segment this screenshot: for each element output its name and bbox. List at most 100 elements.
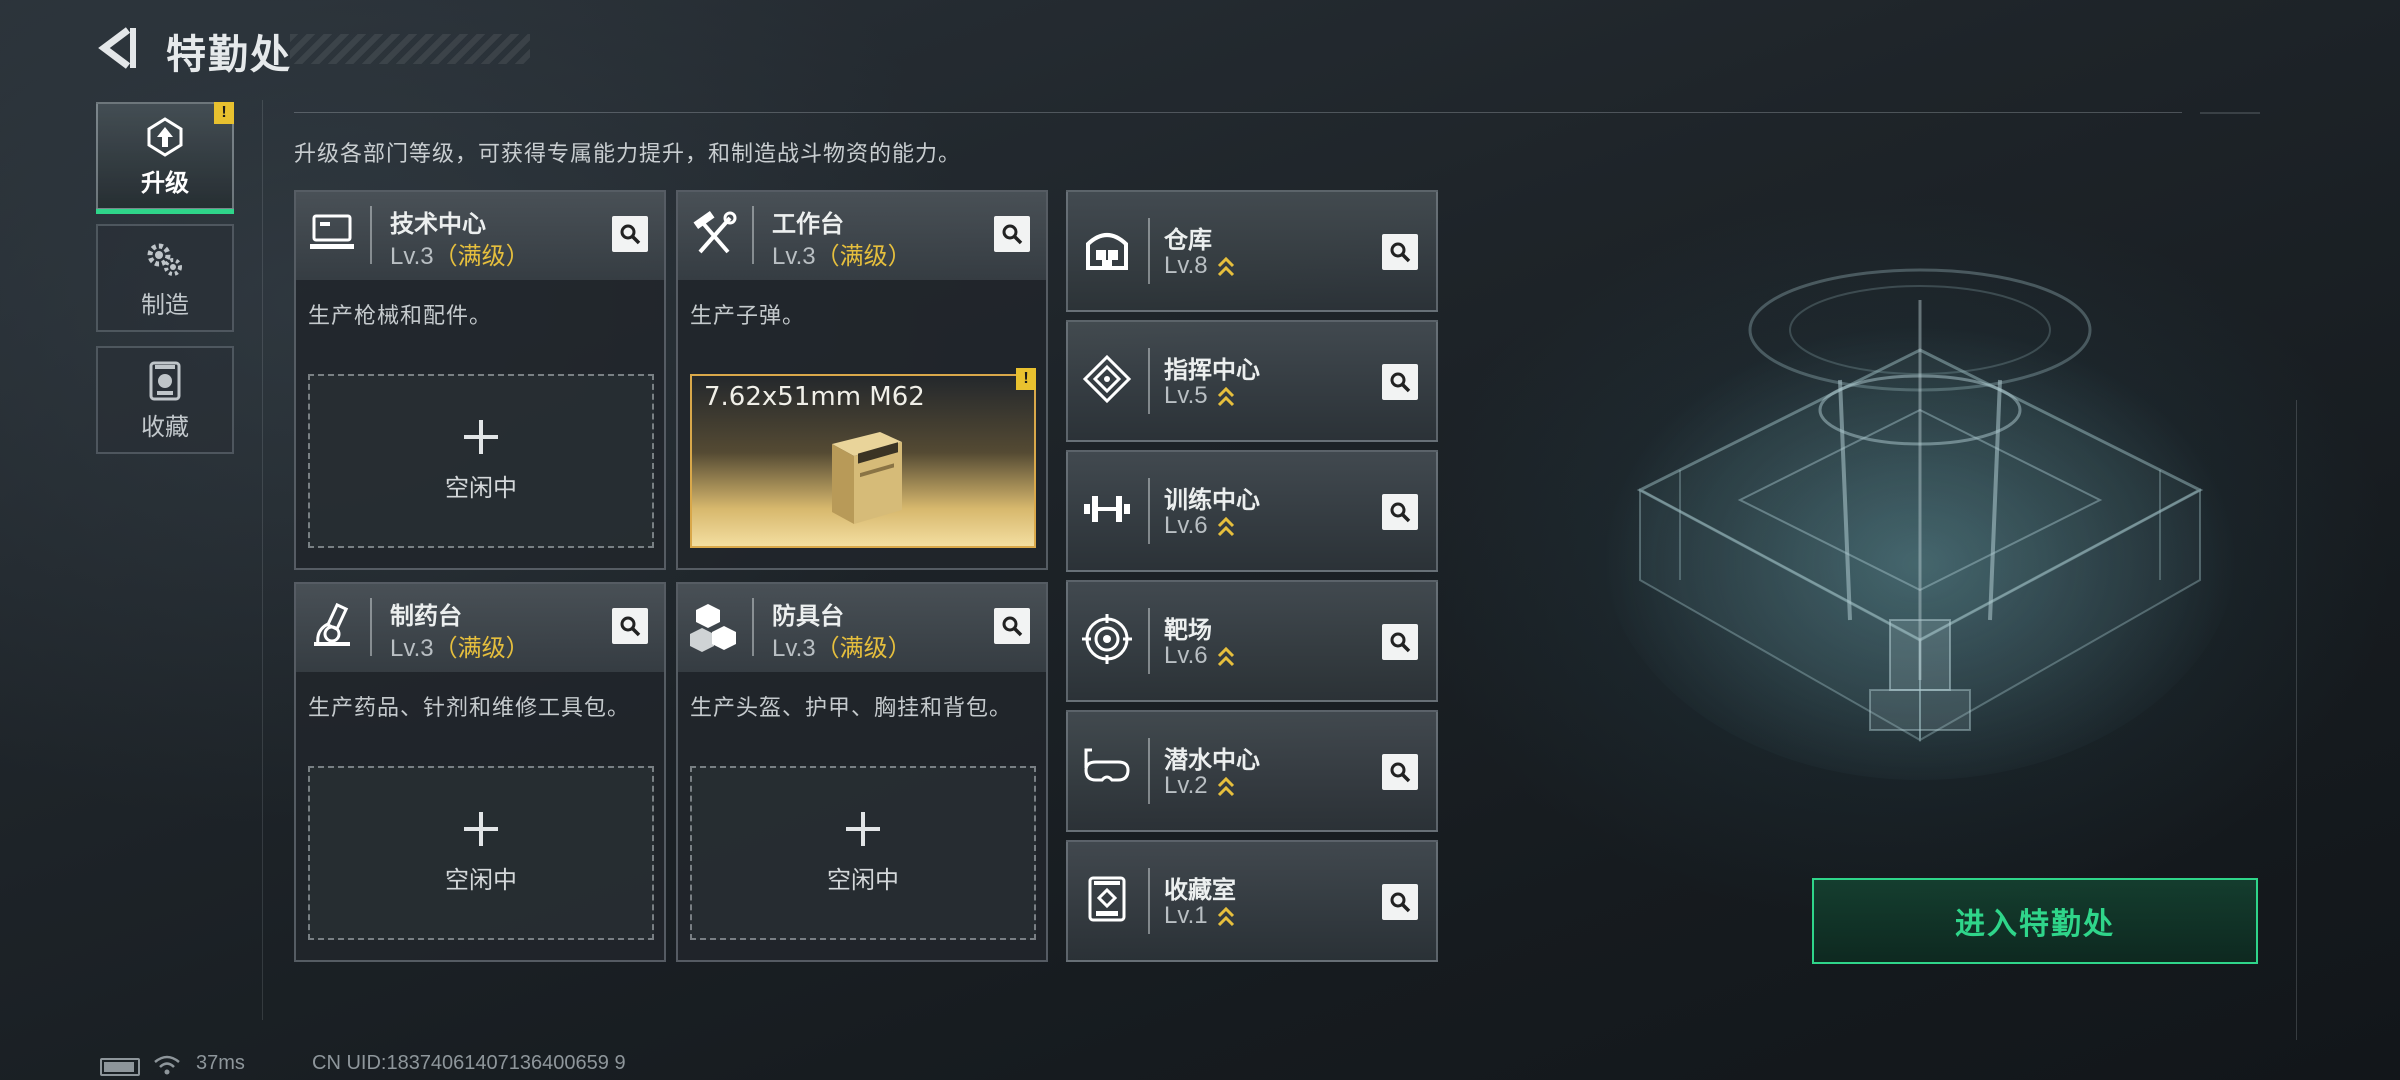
search-button[interactable] [994,608,1030,644]
card-separator [370,206,372,264]
hud-line [2296,400,2297,1040]
facility-item-warehouse[interactable]: 仓库 Lv.8 [1066,190,1438,312]
facility-level: Lv.6 [1164,512,1236,540]
diving-mask-icon [1084,748,1130,782]
special-ops-building-illustration [1600,268,2240,780]
facility-item-diving-center[interactable]: 潜水中心 Lv.2 [1066,710,1438,832]
idle-slot[interactable]: 空闲中 [690,766,1036,940]
search-button[interactable] [1382,364,1418,400]
card-title: 制药台 [390,603,462,630]
facility-card-armor-bench[interactable]: 防具台 Lv.3（满级） 生产头盔、护甲、胸挂和背包。 空闲中 [676,582,1048,962]
search-button[interactable] [1382,494,1418,530]
level-value: Lv.6 [1164,512,1208,539]
facility-item-shooting-range[interactable]: 靶场 Lv.6 [1066,580,1438,702]
upgrade-chevron-icon [1217,256,1234,276]
facility-level: Lv.5 [1164,382,1236,410]
facility-card-pharmacy[interactable]: 制药台 Lv.3（满级） 生产药品、针剂和维修工具包。 空闲中 [294,582,666,962]
battery-icon [100,1058,140,1076]
level-value: Lv.6 [1164,642,1208,669]
upgrade-chevron-icon [1217,776,1234,796]
slot-status: 空闲中 [445,866,517,894]
idle-slot[interactable]: 空闲中 [308,374,654,548]
card-level: Lv.3（满级） [772,236,912,271]
search-icon [1390,502,1411,523]
level-value: Lv.2 [1164,772,1208,799]
ping-text: 37ms [196,1052,245,1074]
facility-item-command-center[interactable]: 指挥中心 Lv.5 [1066,320,1438,442]
facility-card-tech-center[interactable]: 技术中心 Lv.3（满级） 生产枪械和配件。 空闲中 [294,190,666,570]
facility-item-collection-room[interactable]: 收藏室 Lv.1 [1066,840,1438,962]
idle-slot[interactable]: 空闲中 [308,766,654,940]
nav-label-craft: 制造 [141,291,189,319]
search-icon [1390,372,1411,393]
card-level: Lv.3（满级） [390,628,530,663]
upgrade-chevron-icon [1217,906,1234,926]
craft-gear-icon [147,243,182,276]
upgrade-chevron-icon [1217,646,1234,666]
card-separator [1148,608,1150,674]
nav-tab-upgrade[interactable]: 升级 ! [96,102,234,214]
card-separator [1148,478,1150,544]
search-icon [1002,616,1023,637]
level-value: Lv.3 [772,243,816,270]
level-value: Lv.5 [1164,382,1208,409]
search-button[interactable] [1382,234,1418,270]
card-title: 防具台 [772,603,844,630]
card-header: 防具台 Lv.3（满级） [678,584,1046,672]
search-button[interactable] [612,216,648,252]
wifi-icon [154,1055,180,1075]
level-value: Lv.3 [390,243,434,270]
collection-icon [149,361,181,400]
production-slot[interactable]: 7.62x51mm M62 [690,374,1036,548]
search-icon [620,616,641,637]
facility-name: 训练中心 [1164,487,1260,514]
max-level-tag: （满级） [433,243,530,270]
facility-name: 仓库 [1164,227,1212,254]
search-button[interactable] [1382,624,1418,660]
warning-badge: ! [1016,368,1036,390]
enter-special-ops-button[interactable]: 进入特勤处 [1812,878,2258,964]
facility-level: Lv.6 [1164,642,1236,670]
facility-level: Lv.1 [1164,902,1236,930]
card-separator [1148,218,1150,284]
plus-icon [464,811,498,846]
facility-card-workbench[interactable]: 工作台 Lv.3（满级） 生产子弹。 7.62x51mm M62 ! [676,190,1048,570]
card-separator [752,598,754,656]
ammo-box-icon [832,432,902,524]
max-level-tag: （满级） [815,635,912,662]
level-value: Lv.1 [1164,902,1208,929]
card-header: 工作台 Lv.3（满级） [678,192,1046,280]
search-button[interactable] [1382,754,1418,790]
uid-text: CN UID:18374061407136400659 9 [312,1052,626,1074]
title-decoration [290,34,530,64]
search-button[interactable] [612,608,648,644]
search-icon [1390,762,1411,783]
upgrade-chevron-icon [1217,516,1234,536]
nav-label-upgrade: 升级 [141,169,189,197]
upgrade-chevron-icon [1217,386,1234,406]
armor-bench-icon [690,604,736,652]
nav-tab-collection[interactable]: 收藏 [96,346,234,454]
nav-tab-craft[interactable]: 制造 [96,224,234,332]
card-level: Lv.3（满级） [772,628,912,663]
card-separator [1148,348,1150,414]
card-header: 制药台 Lv.3（满级） [296,584,664,672]
card-header: 技术中心 Lv.3（满级） [296,192,664,280]
left-divider [262,100,263,1020]
card-description: 生产药品、针剂和维修工具包。 [308,695,631,720]
warehouse-icon [1086,233,1128,270]
level-value: Lv.8 [1164,252,1208,279]
facility-item-training-center[interactable]: 训练中心 Lv.6 [1066,450,1438,572]
page-title: 特勤处 [166,33,292,77]
facility-name: 收藏室 [1164,877,1236,904]
card-separator [370,598,372,656]
card-description: 生产枪械和配件。 [308,303,493,328]
target-icon [1082,614,1132,664]
product-name: 7.62x51mm M62 [704,382,925,412]
search-button[interactable] [1382,884,1418,920]
search-button[interactable] [994,216,1030,252]
search-icon [1390,892,1411,913]
back-arrow-icon[interactable] [96,24,140,72]
max-level-tag: （满级） [815,243,912,270]
max-level-tag: （满级） [433,635,530,662]
